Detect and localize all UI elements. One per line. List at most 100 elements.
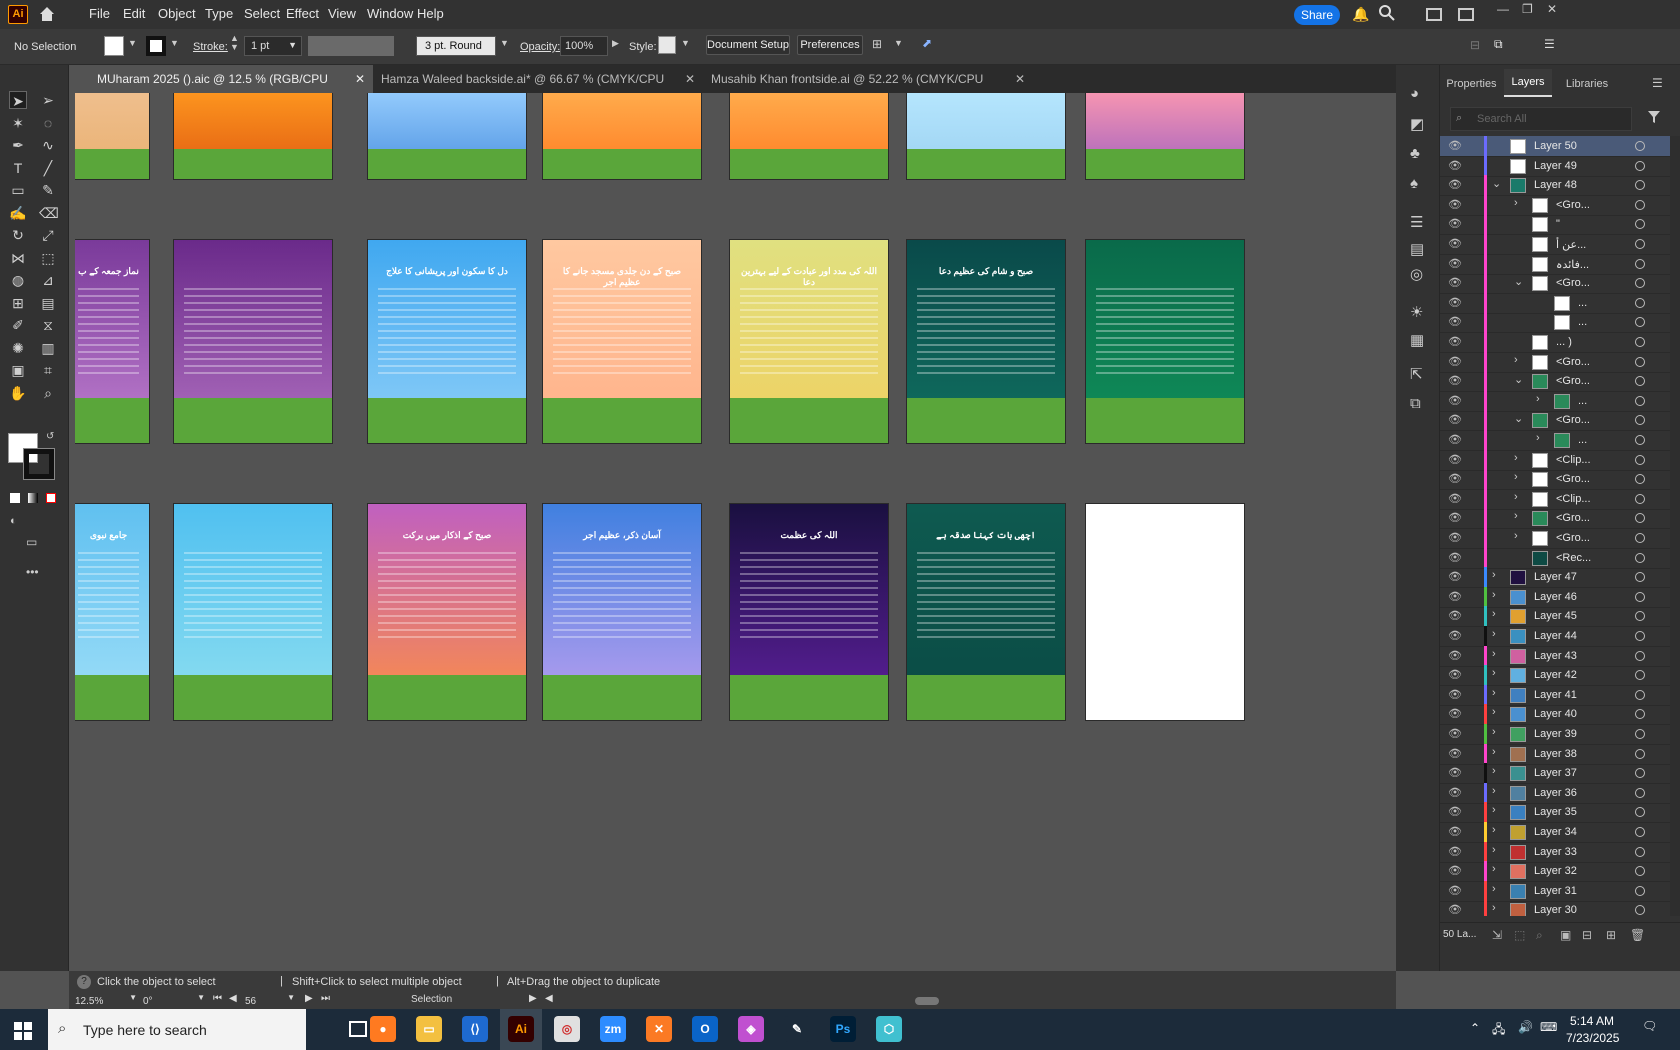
- visibility-eye-icon[interactable]: 👁: [1448, 492, 1462, 505]
- chevron-right-icon[interactable]: ›: [1514, 471, 1518, 483]
- artboard-10[interactable]: دل کا سکون اور پریشانی کا علاج: [367, 239, 527, 444]
- layer-row[interactable]: 👁 › <Clip...: [1440, 488, 1670, 510]
- visibility-eye-icon[interactable]: 👁: [1448, 805, 1462, 818]
- layer-name[interactable]: ...: [1578, 297, 1587, 309]
- close-icon[interactable]: ✕: [1015, 65, 1025, 93]
- layer-name[interactable]: Layer 41: [1534, 689, 1577, 701]
- visibility-eye-icon[interactable]: 👁: [1448, 237, 1462, 250]
- layer-row[interactable]: 👁 › Layer 38: [1440, 743, 1670, 765]
- artboard-3[interactable]: [367, 93, 527, 180]
- visibility-eye-icon[interactable]: 👁: [1448, 315, 1462, 328]
- photoshop-icon[interactable]: Ps: [830, 1016, 856, 1042]
- visibility-eye-icon[interactable]: 👁: [1448, 276, 1462, 289]
- visibility-eye-icon[interactable]: 👁: [1448, 747, 1462, 760]
- tab-muharam[interactable]: MUharam 2025 ().aic @ 12.5 % (RGB/CPU Pr…: [75, 65, 373, 114]
- panel-menu-icon[interactable]: ☰: [1652, 76, 1663, 90]
- visibility-eye-icon[interactable]: 👁: [1448, 472, 1462, 485]
- chevron-right-icon[interactable]: ▶: [612, 38, 619, 49]
- language-icon[interactable]: ⌨: [1540, 1020, 1557, 1034]
- layer-name[interactable]: ...: [1578, 395, 1587, 407]
- volume-icon[interactable]: 🔊: [1518, 1020, 1533, 1034]
- eraser-tool-icon[interactable]: ⌫: [39, 204, 59, 222]
- target-circle-icon[interactable]: [1635, 199, 1645, 210]
- rotate-view-field[interactable]: 0° ▼: [143, 993, 207, 1008]
- visibility-eye-icon[interactable]: 👁: [1448, 864, 1462, 877]
- first-artboard-icon[interactable]: ⏮: [213, 993, 222, 1004]
- target-circle-icon[interactable]: [1635, 317, 1645, 328]
- visibility-eye-icon[interactable]: 👁: [1448, 845, 1462, 858]
- target-circle-icon[interactable]: [1635, 337, 1645, 347]
- layer-row[interactable]: 👁 › Layer 47: [1440, 567, 1670, 589]
- layer-name[interactable]: Layer 40: [1534, 708, 1577, 720]
- free-transform-tool-icon[interactable]: ⬚: [39, 249, 57, 267]
- chevron-down-icon[interactable]: ⌄: [1514, 275, 1523, 288]
- variable-width-profile[interactable]: [308, 36, 394, 56]
- visibility-eye-icon[interactable]: 👁: [1448, 159, 1462, 172]
- target-circle-icon[interactable]: [1635, 239, 1645, 249]
- task-view-icon[interactable]: [349, 1021, 367, 1037]
- target-circle-icon[interactable]: [1635, 709, 1645, 720]
- layer-row[interactable]: 👁 › Layer 40: [1440, 704, 1670, 726]
- notifications-icon[interactable]: 🗨: [1642, 1019, 1657, 1033]
- visibility-eye-icon[interactable]: 👁: [1448, 609, 1462, 622]
- target-circle-icon[interactable]: [1635, 729, 1645, 739]
- layer-name[interactable]: Layer 50: [1534, 140, 1577, 152]
- arrange-icon[interactable]: [1458, 8, 1474, 21]
- chevron-right-icon[interactable]: ▶: [529, 993, 537, 1004]
- chevron-right-icon[interactable]: ›: [1492, 648, 1496, 660]
- layer-name[interactable]: Layer 46: [1534, 591, 1577, 603]
- magic-wand-tool-icon[interactable]: ✶: [9, 114, 27, 132]
- menu-view[interactable]: View: [328, 6, 356, 21]
- artboard-16[interactable]: [173, 503, 333, 721]
- tab-layers[interactable]: Layers: [1504, 69, 1552, 97]
- artboard-18[interactable]: آسان ذکر، عظیم اجر: [542, 503, 702, 721]
- layer-row[interactable]: 👁 › Layer 37: [1440, 763, 1670, 785]
- width-tool-icon[interactable]: ⋈: [9, 249, 27, 267]
- artboard-4[interactable]: [542, 93, 702, 180]
- layer-name[interactable]: Layer 38: [1534, 748, 1577, 760]
- none-mode-icon[interactable]: [46, 493, 56, 503]
- chevron-down-icon[interactable]: ▼: [894, 38, 903, 48]
- taskbar-search-field[interactable]: ⌕ Type here to search: [48, 1009, 306, 1050]
- stroke-swatch[interactable]: [146, 36, 166, 56]
- next-artboard-icon[interactable]: ▶: [305, 993, 313, 1004]
- visibility-eye-icon[interactable]: 👁: [1448, 766, 1462, 779]
- gradient-icon[interactable]: ▤: [1410, 240, 1424, 258]
- layer-row[interactable]: 👁 ›...: [1440, 430, 1670, 451]
- mesh-tool-icon[interactable]: ⊞: [9, 294, 27, 312]
- artboard-20[interactable]: اچھی بات کہنا صدقہ ہے: [906, 503, 1066, 721]
- chrome-icon[interactable]: ◎: [554, 1016, 580, 1042]
- close-icon[interactable]: ✕: [1547, 2, 1557, 16]
- layer-name[interactable]: Layer 43: [1534, 650, 1577, 662]
- artboard-21[interactable]: [1085, 503, 1245, 721]
- artboard-19[interactable]: اللہ کی عظمت: [729, 503, 889, 721]
- layer-name[interactable]: <Gro...: [1556, 277, 1590, 289]
- chevron-right-icon[interactable]: ›: [1492, 883, 1496, 895]
- layer-name[interactable]: Layer 47: [1534, 571, 1577, 583]
- target-circle-icon[interactable]: [1635, 866, 1645, 877]
- chevron-right-icon[interactable]: ›: [1492, 863, 1496, 875]
- illustrator-taskbar-icon[interactable]: Ai: [508, 1016, 534, 1042]
- target-circle-icon[interactable]: [1635, 160, 1645, 171]
- chevron-right-icon[interactable]: ›: [1492, 569, 1496, 581]
- tab-libraries[interactable]: Libraries: [1557, 78, 1617, 90]
- transparency-icon[interactable]: ◎: [1410, 265, 1423, 283]
- zoom-field[interactable]: 12.5% ▼: [75, 993, 139, 1008]
- chevron-right-icon[interactable]: ›: [1514, 197, 1518, 209]
- target-circle-icon[interactable]: [1635, 631, 1645, 641]
- chevron-right-icon[interactable]: ›: [1492, 706, 1496, 718]
- chevron-down-icon[interactable]: ▼: [287, 993, 295, 1002]
- chevron-right-icon[interactable]: ›: [1514, 354, 1518, 366]
- target-circle-icon[interactable]: [1635, 258, 1645, 269]
- visibility-eye-icon[interactable]: 👁: [1448, 884, 1462, 897]
- layer-name[interactable]: فائدہ...: [1556, 258, 1589, 271]
- brushes-icon[interactable]: ♣: [1410, 145, 1420, 162]
- rectangle-tool-icon[interactable]: ▭: [9, 181, 27, 199]
- artboard-11[interactable]: صبح کے دن جلدی مسجد جانے کا عظیم اجر: [542, 239, 702, 444]
- layer-row[interactable]: 👁 › Layer 30: [1440, 900, 1670, 916]
- layer-row[interactable]: 👁 › Layer 44: [1440, 626, 1670, 647]
- chevron-right-icon[interactable]: ›: [1492, 687, 1496, 699]
- target-circle-icon[interactable]: [1635, 415, 1645, 426]
- gradient-tool-icon[interactable]: ▤: [39, 294, 57, 312]
- target-circle-icon[interactable]: [1635, 807, 1645, 818]
